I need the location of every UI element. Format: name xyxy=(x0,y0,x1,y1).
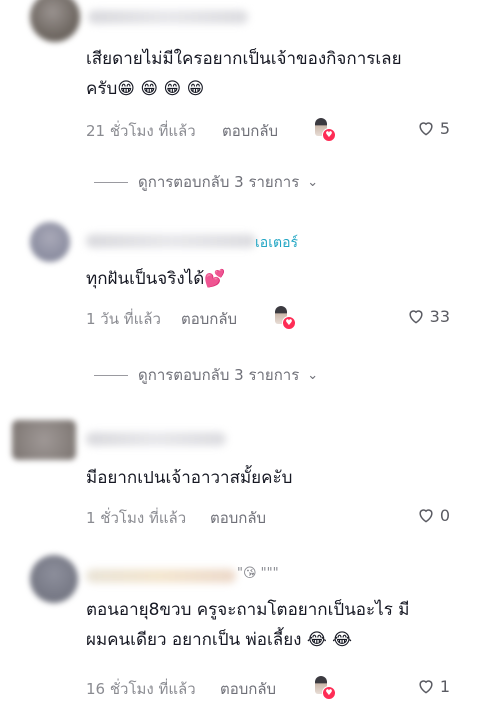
avatar[interactable] xyxy=(30,555,78,603)
username-blurred[interactable] xyxy=(88,10,248,24)
username-blurred[interactable] xyxy=(86,432,226,446)
heart-outline-icon xyxy=(409,310,423,324)
avatar[interactable] xyxy=(30,0,80,42)
comment-text: มีอยากเปนเจ้าอาวาสมั้ยคะับ xyxy=(86,468,293,488)
view-replies-button[interactable]: ดูการตอบกลับ 3 รายการ ⌄ xyxy=(94,363,318,387)
chevron-down-icon: ⌄ xyxy=(307,367,319,383)
comment-time: 21 ชั่วโมง ที่แล้ว xyxy=(86,122,196,140)
username-tag[interactable]: เอเตอร์ xyxy=(255,232,298,254)
like-button[interactable]: 0 xyxy=(416,505,450,525)
reply-button[interactable]: ตอบกลับ xyxy=(210,506,266,530)
chevron-down-icon: ⌄ xyxy=(307,174,319,190)
like-button[interactable]: 1 xyxy=(416,676,450,696)
comment-text: เสียดายไม่มีใครอยากเป็นเจ้าของกิจการเลย … xyxy=(86,49,402,99)
creator-avatar-icon: ♥ xyxy=(272,306,296,330)
heart-outline-icon xyxy=(419,680,433,694)
view-replies-label: ดูการตอบกลับ 3 รายการ xyxy=(138,366,300,384)
username-tail[interactable]: "😘 """ xyxy=(237,566,279,581)
creator-avatar-icon: ♥ xyxy=(312,676,336,700)
divider-line xyxy=(94,181,128,183)
comment-text: ทุกฝันเป็นจริงได้💕 xyxy=(86,269,226,289)
comment-text: ตอนอายุ8ขวบ ครูจะถามโตอยากเป็นอะไร มี ผม… xyxy=(86,600,410,650)
avatar[interactable] xyxy=(30,222,70,262)
heart-outline-icon xyxy=(419,509,433,523)
creator-avatar-icon: ♥ xyxy=(312,118,336,142)
reply-button[interactable]: ตอบกลับ xyxy=(220,677,276,701)
comment-time: 16 ชั่วโมง ที่แล้ว xyxy=(86,680,196,698)
username-blurred[interactable] xyxy=(86,234,256,248)
heart-outline-icon xyxy=(419,122,433,136)
comment-time: 1 วัน ที่แล้ว xyxy=(86,310,161,328)
avatar[interactable] xyxy=(12,420,76,460)
like-count: 1 xyxy=(439,676,450,696)
like-count: 5 xyxy=(439,118,450,138)
divider-line xyxy=(94,374,128,376)
comment-time: 1 ชั่วโมง ที่แล้ว xyxy=(86,509,187,527)
like-count: 33 xyxy=(429,306,450,326)
like-button[interactable]: 33 xyxy=(406,306,450,326)
view-replies-button[interactable]: ดูการตอบกลับ 3 รายการ ⌄ xyxy=(94,170,318,194)
reply-button[interactable]: ตอบกลับ xyxy=(181,307,237,331)
view-replies-label: ดูการตอบกลับ 3 รายการ xyxy=(138,173,300,191)
username-blurred[interactable] xyxy=(86,569,236,583)
like-button[interactable]: 5 xyxy=(416,118,450,138)
like-count: 0 xyxy=(439,505,450,525)
reply-button[interactable]: ตอบกลับ xyxy=(222,119,278,143)
